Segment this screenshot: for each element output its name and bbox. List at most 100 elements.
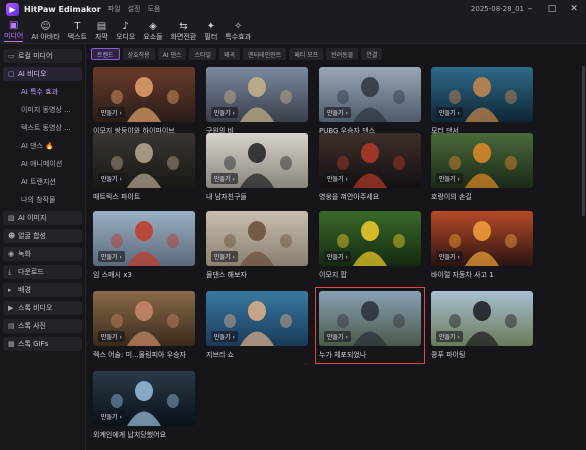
tab-transition[interactable]: ⇆ 화면전환 [167, 18, 201, 44]
menu-file[interactable]: 파일 [108, 4, 121, 14]
effect-card[interactable]: 만들기 › 외계인에게 납치당했어요 [93, 371, 195, 440]
effect-thumbnail: 만들기 › [93, 371, 195, 426]
sidebar-sub-ai-dance[interactable]: AI 댄스 🔥 [3, 139, 82, 153]
make-button[interactable]: 만들기 › [324, 173, 351, 184]
download-icon: ⤓ [8, 267, 12, 276]
make-button[interactable]: 만들기 › [211, 251, 238, 262]
tab-text[interactable]: T 텍스트 [64, 18, 91, 44]
effect-card[interactable]: 만들기 › 임 스매시 x3 [93, 211, 195, 280]
effect-card[interactable]: 만들기 › 호랑이의 손길 [431, 133, 533, 202]
sidebar-item-ai-image[interactable]: ▨ AI 이미지 [3, 211, 82, 225]
effects-icon: ✧ [233, 20, 243, 32]
menu-help[interactable]: 도움 [147, 4, 160, 14]
sidebar-sub-ai-effects[interactable]: AI 특수 효과 [3, 85, 82, 99]
effect-thumbnail: 만들기 › [431, 291, 533, 346]
sidebar-item-stock-video[interactable]: ▶ 스톡 비디오 [3, 301, 82, 315]
category-chip[interactable]: 왜곡 [219, 48, 241, 60]
folder-icon: ▭ [8, 52, 15, 60]
sidebar-item-download[interactable]: ⤓ 다운로드 [3, 265, 82, 279]
stock-video-icon: ▶ [8, 304, 14, 312]
make-button[interactable]: 만들기 › [436, 251, 463, 262]
effect-card[interactable]: 만들기 › 영웅을 껴안아주세요 [319, 133, 421, 202]
effect-card[interactable]: 만들기 › 콩푸 파이팅 [431, 291, 533, 360]
sidebar-item-ai-video[interactable]: ▢ AI 비디오 [3, 67, 82, 81]
make-button[interactable]: 만들기 › [98, 331, 125, 342]
effect-card[interactable]: 만들기 › 구원의 비 [206, 67, 308, 136]
sidebar-item-background[interactable]: ▸ 배경 [3, 283, 82, 297]
effect-card[interactable]: 만들기 › 내 남자친구들 [206, 133, 308, 202]
tab-avatar[interactable]: ☺ AI 아바타 [27, 18, 63, 44]
effect-title: 임 스매시 x3 [93, 271, 132, 279]
project-date: 2025-08-28_01 [470, 5, 524, 13]
category-chip[interactable]: 반려동물 [326, 48, 359, 60]
tab-elements[interactable]: ◈ 요소들 [139, 18, 166, 44]
effect-card[interactable]: 만들기 › 물댄스 해보자 [206, 211, 308, 280]
category-chip[interactable]: 페티 모프 [289, 48, 324, 60]
minimize-icon[interactable]: – [524, 3, 536, 15]
category-chip[interactable]: 트렌드 [91, 48, 120, 60]
category-chip[interactable]: 엔터테인먼트 [243, 48, 287, 60]
make-button[interactable]: 만들기 › [98, 251, 125, 262]
effect-thumbnail: 만들기 › [319, 133, 421, 188]
make-button[interactable]: 만들기 › [98, 173, 125, 184]
effect-thumbnail: 만들기 › [93, 133, 195, 188]
sidebar-sub-ai-animation[interactable]: AI 애니메이션 [3, 157, 82, 171]
sidebar-item-stock-gifs[interactable]: ▦ 스톡 GIFs [3, 337, 82, 351]
main-toolbar: ▣ 미디어 ☺ AI 아바타 T 텍스트 ▤ 자막 ♪ 오디오 ◈ 요소들 ⇆ 화면전환 ✦ 필터 ✧ 특수효과 [0, 18, 586, 44]
effect-card[interactable]: 만들기 › 매트릭스 파이트 [93, 133, 195, 202]
sidebar-item-record[interactable]: ◉ 녹화 [3, 247, 82, 261]
effect-card[interactable]: 만들기 › 이모지 팝 [319, 211, 421, 280]
sidebar-sub-my-creations[interactable]: 나의 창작물 [3, 193, 82, 207]
maximize-icon[interactable]: □ [546, 3, 558, 15]
app-logo-icon: ▶ [6, 2, 19, 16]
effect-card[interactable]: 만들기 › 바이럴 자동차 사고 1 [431, 211, 533, 280]
tab-label: 미디어 [4, 32, 24, 42]
tab-label: 필터 [204, 32, 218, 41]
sidebar-item-local-media[interactable]: ▭ 로컬 미디어 [3, 49, 82, 63]
tab-subtitle[interactable]: ▤ 자막 [91, 18, 112, 44]
make-button[interactable]: 만들기 › [211, 331, 238, 342]
make-button[interactable]: 만들기 › [98, 411, 125, 422]
tab-media[interactable]: ▣ 미디어 [0, 18, 27, 44]
tab-effects[interactable]: ✧ 특수효과 [221, 18, 255, 44]
category-chip[interactable]: 스타일 [189, 48, 217, 60]
tab-label: 특수효과 [225, 32, 252, 41]
effect-card[interactable]: 만들기 › PUBG 우승자 댄스 [319, 67, 421, 136]
app-title: HitPaw Edimakor [24, 4, 101, 14]
tab-filter[interactable]: ✦ 필터 [200, 18, 221, 44]
sidebar-item-stock-photo[interactable]: ▤ 스톡 사진 [3, 319, 82, 333]
effect-title: 지브리 쇼 [206, 351, 234, 359]
make-button[interactable]: 만들기 › [436, 107, 463, 118]
face-icon: ☻ [8, 232, 16, 240]
grid-scrollbar[interactable] [582, 66, 585, 216]
effect-title: 영웅을 껴안아주세요 [319, 193, 380, 201]
menu-settings[interactable]: 설정 [128, 4, 141, 14]
tab-label: 요소들 [143, 32, 163, 41]
effect-thumbnail: 만들기 › [431, 133, 533, 188]
category-chip[interactable]: 연결 [361, 48, 383, 60]
sidebar-sub-text-to-video[interactable]: 텍스트 동영상 ... [3, 121, 82, 135]
effect-card[interactable]: 만들기 › 이모지 쌍둥이와 하이파이브 [93, 67, 195, 136]
make-button[interactable]: 만들기 › [211, 107, 238, 118]
sidebar-item-face-swap[interactable]: ☻ 얼굴 합성 [3, 229, 82, 243]
effect-title: 내 남자친구들 [206, 193, 247, 201]
effect-card[interactable]: 만들기 › 렉스 어술: 미...물림피아 우승자 [93, 291, 195, 360]
category-chip[interactable]: 상호작용 [122, 48, 155, 60]
category-chip[interactable]: AI 댄스 [157, 48, 187, 60]
sidebar-sub-image-to-video[interactable]: 이미지 동영상 ... [3, 103, 82, 117]
effect-card[interactable]: 만들기 › 모터 댄서 [431, 67, 533, 136]
sidebar-sub-ai-transition[interactable]: AI 트랜지션 [3, 175, 82, 189]
close-icon[interactable]: ✕ [568, 3, 580, 15]
make-button[interactable]: 만들기 › [324, 331, 351, 342]
make-button[interactable]: 만들기 › [324, 251, 351, 262]
make-button[interactable]: 만들기 › [436, 331, 463, 342]
effect-card[interactable]: 만들기 › 지브리 쇼 [206, 291, 308, 360]
make-button[interactable]: 만들기 › [324, 107, 351, 118]
elements-icon: ◈ [149, 20, 157, 32]
effect-thumbnail: 만들기 › [206, 291, 308, 346]
tab-audio[interactable]: ♪ 오디오 [112, 18, 139, 44]
make-button[interactable]: 만들기 › [211, 173, 238, 184]
effect-card[interactable]: 만들기 › 누가 체포되었나 [315, 287, 425, 364]
make-button[interactable]: 만들기 › [436, 173, 463, 184]
make-button[interactable]: 만들기 › [98, 107, 125, 118]
